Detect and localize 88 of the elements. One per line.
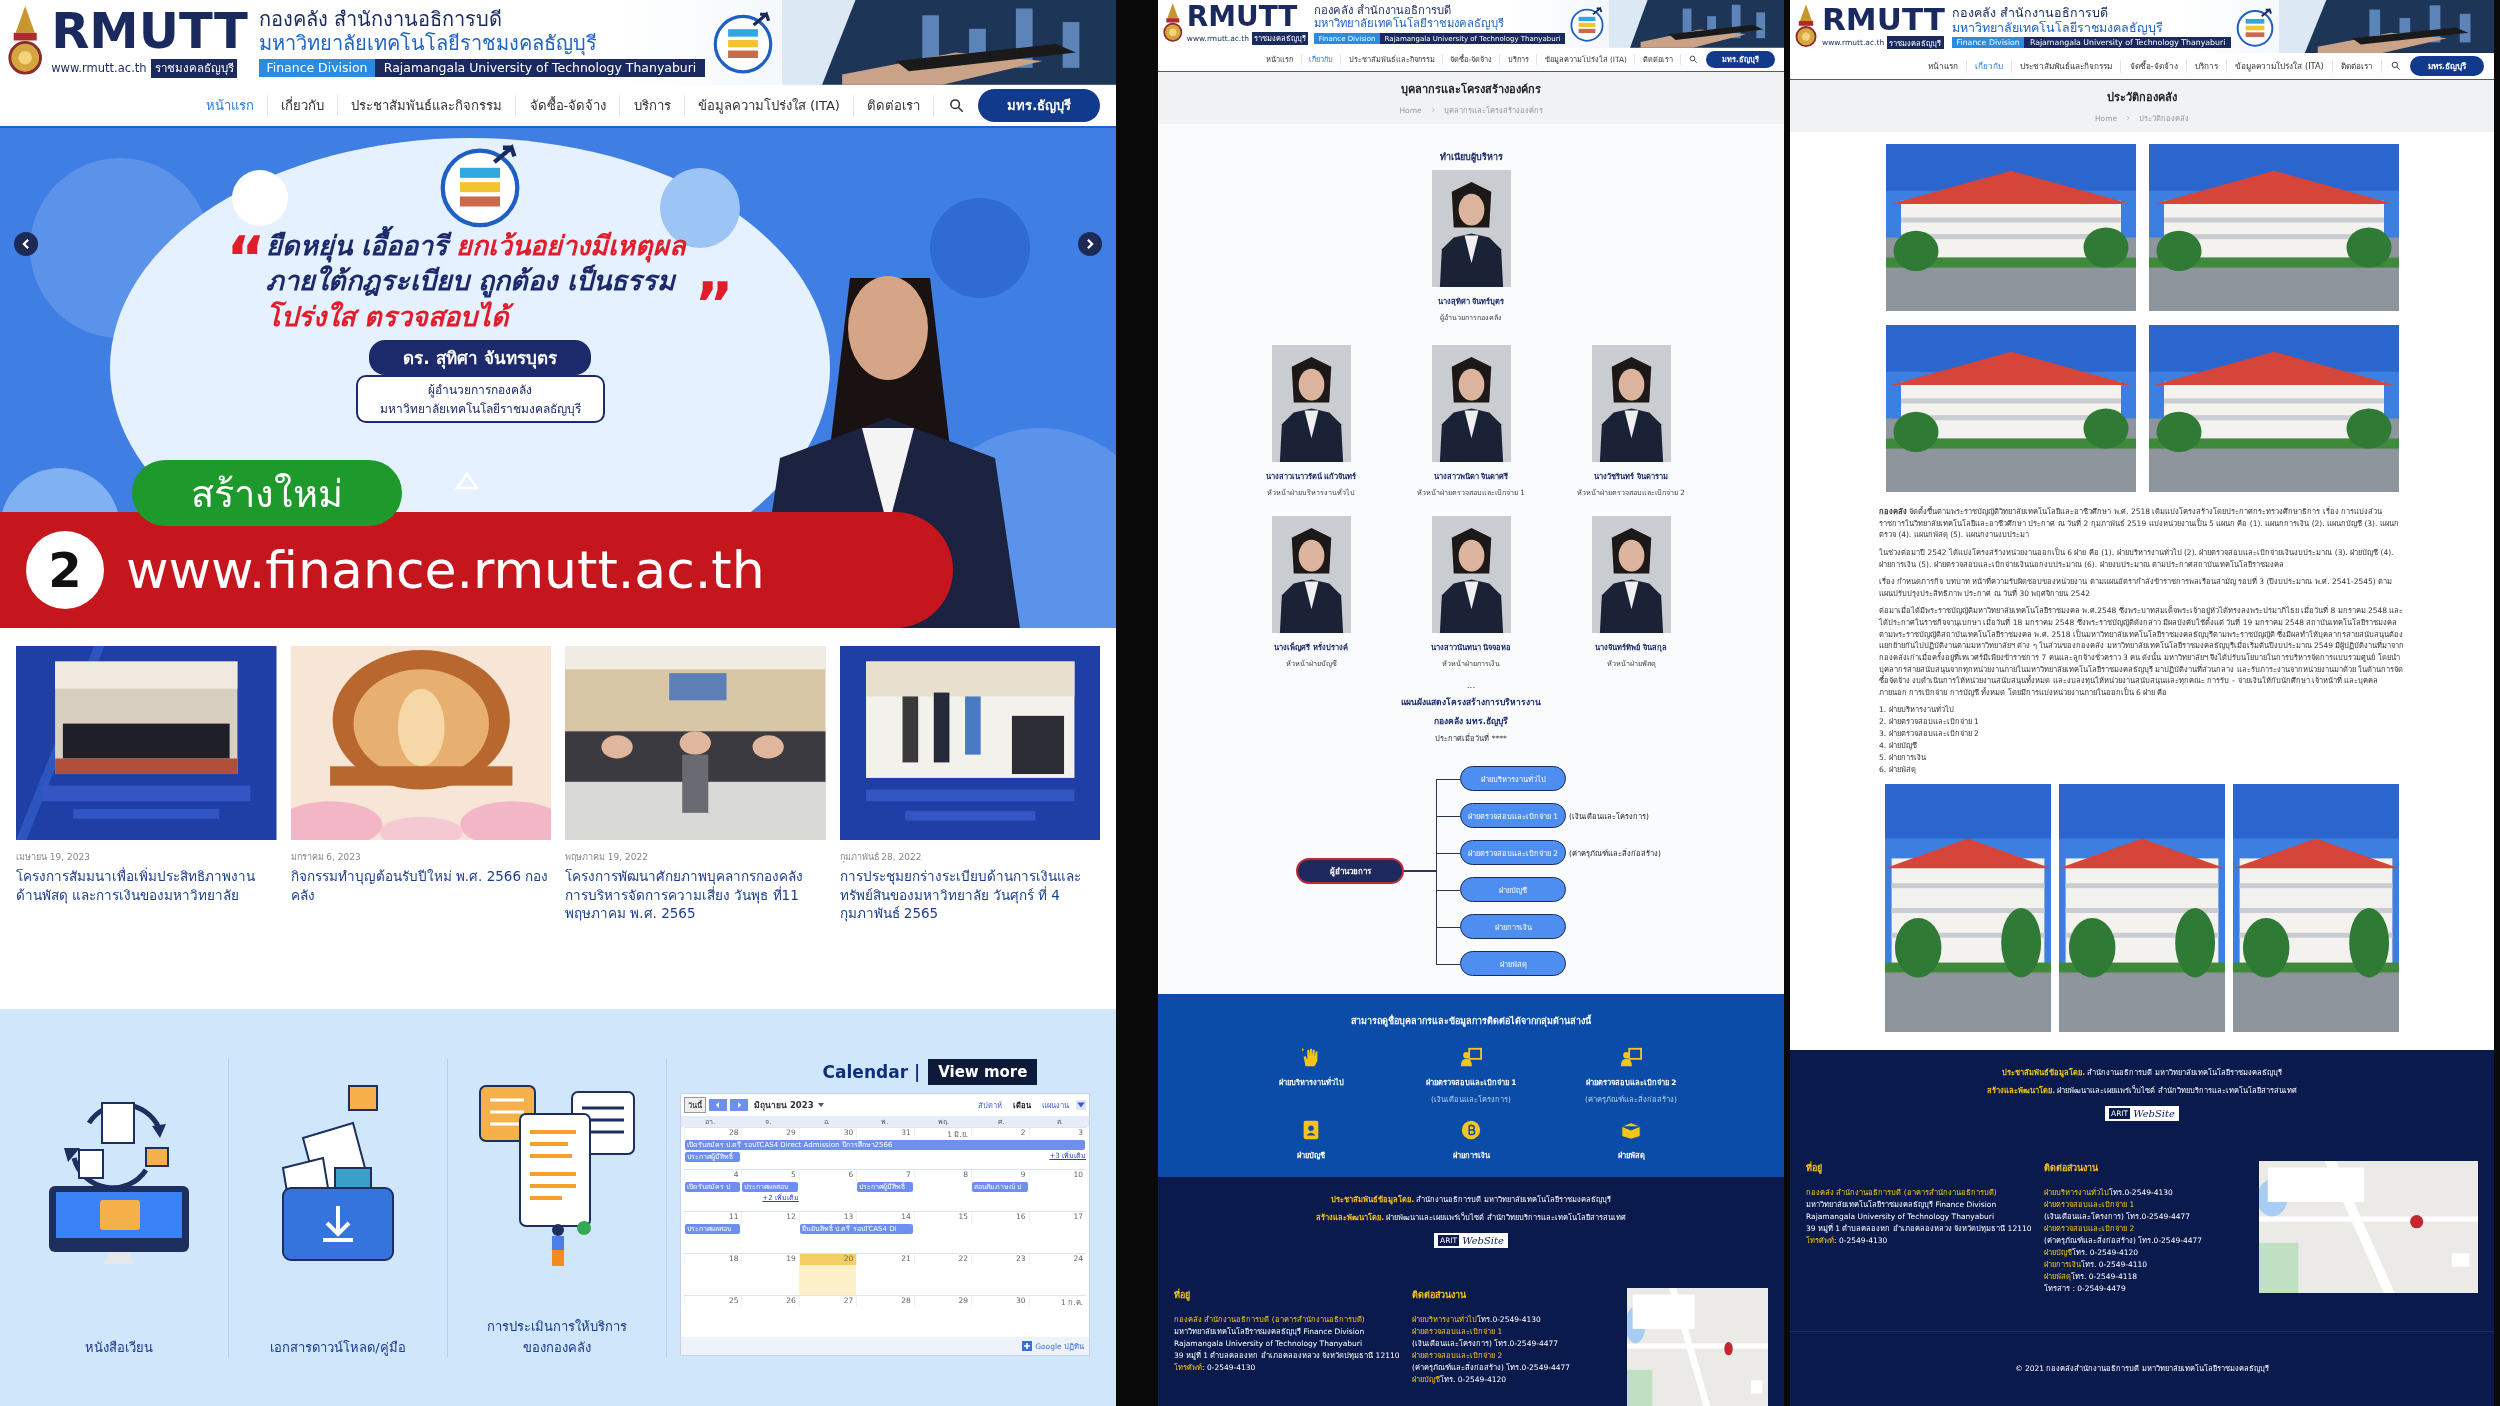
nav-link[interactable]: ติดต่อเรา [854, 95, 935, 117]
number-badge: 2 [26, 531, 104, 610]
chevron-right-icon [2125, 115, 2132, 121]
news-date: เมษายน 19, 2023 [16, 851, 91, 865]
org-node: ผู้อำนวยการ [1296, 858, 1404, 885]
arrow-left-icon [714, 1101, 722, 1109]
university-button[interactable]: มทร.ธัญบุรี [978, 89, 1100, 122]
role-text: มหาวิทยาลัยเทคโนโลยีราชมงคลธัญบุรี [379, 400, 581, 418]
finance-logo-icon [1569, 5, 1605, 42]
today-cell-background [798, 1265, 857, 1295]
quote-mark: ” [694, 273, 734, 334]
nav-link[interactable]: เกี่ยวกับ [268, 95, 339, 117]
news-title-link[interactable]: กิจกรรมทำบุญต้อนรับปีใหม่ พ.ศ. 2566 กองคลัง [290, 867, 551, 904]
service-label[interactable]: การประเมินการให้บริการของกองคลัง [472, 1315, 642, 1358]
nav-link[interactable]: ประชาสัมพันธ์และกิจกรรม [338, 95, 517, 117]
logo-word: WebSite [1462, 1235, 1504, 1247]
month-label: มิถุนายน 2023 [754, 1099, 814, 1112]
search-icon[interactable] [2391, 61, 2401, 71]
service-label[interactable]: หนังสือเวียน [34, 1336, 204, 1358]
news-title-link[interactable]: การประชุมยกร่างระเบียบด้านการเงินและทรัพย์สินของมหาวิทยาลัย วันศุกร์ ที่ 4 กุมภาพันธ์ 2565 [839, 867, 1100, 923]
website-url: www.rmutt.ac.th [51, 61, 147, 76]
university-title: มหาวิทยาลัยเทคโนโลยีราชมงคลธัญบุรี [258, 31, 598, 56]
chart-title: แผนผังแสดงโครงสร้างการบริหารงาน [1401, 696, 1541, 710]
nav-link[interactable]: ประชาสัมพันธ์และกิจกรรม [2012, 59, 2122, 73]
university-title: มหาวิทยาลัยเทคโนโลยีราชมงคลธัญบุรี [1951, 19, 2164, 35]
triangle-icon [455, 472, 479, 491]
nav-link[interactable]: จัดซื้อ-จัดจ้าง [516, 95, 621, 117]
arrow-right-icon [735, 1101, 743, 1109]
plus-icon[interactable] [1022, 1341, 1033, 1351]
footer-heading: ติดต่อส่วนงาน [1412, 1289, 1467, 1303]
dropdown-icon[interactable] [816, 1101, 825, 1109]
news-date: พฤษภาคม 19, 2022 [565, 851, 649, 865]
coin-icon[interactable] [1460, 1119, 1482, 1142]
news-date: มกราคม 6, 2023 [290, 851, 362, 865]
presenter-icon[interactable] [1460, 1046, 1482, 1069]
presenter-icon[interactable] [1620, 1046, 1642, 1069]
finance-logo-icon [2234, 6, 2275, 47]
dropdown-icon[interactable] [1076, 1100, 1086, 1110]
website-url: www.finance.rmutt.ac.th [126, 540, 765, 601]
chevron-right-icon [1429, 107, 1436, 114]
department-title: กองคลัง สำนักงานอธิการบดี [258, 7, 504, 32]
logo-wordmark[interactable]: RMUTT [1186, 2, 1309, 31]
nav-link[interactable]: ติดต่อเรา [2332, 59, 2383, 73]
chart-subtitle: กองคลัง มทร.ธัญบุรี [1433, 715, 1509, 729]
search-icon[interactable] [948, 98, 964, 114]
department-title: กองคลัง สำนักงานอธิการบดี [1951, 4, 2109, 20]
ellipsis-text: ... [1466, 681, 1476, 691]
service-label[interactable]: เอกสารดาวน์โหลด/คู่มือ [253, 1336, 423, 1358]
slogan-line: โปร่งใส ตรวจสอบได้ [265, 298, 695, 334]
slogan-line: ยืดหยุ่น เอื้ออารี ยกเว้นอย่างมีเหตุผล [265, 228, 695, 264]
new-badge: สร้างใหม่ [132, 460, 402, 527]
search-icon[interactable] [1689, 55, 1698, 64]
department-title: กองคลัง สำนักงานอธิการบดี [1314, 3, 1452, 17]
calendar-title: Calendar | [822, 1062, 921, 1082]
logo-tagline: ราชมงคลธัญบุรี [151, 58, 238, 78]
page-title: บุคลากรและโครงสร้างองค์กร [1401, 81, 1541, 99]
footer-heading: ที่อยู่ [1174, 1288, 1191, 1303]
university-title: มหาวิทยาลัยเทคโนโลยีราชมงคลธัญบุรี [1314, 17, 1506, 31]
nav-link[interactable]: ข้อมูลความโปร่งใส (ITA) [684, 95, 855, 117]
page-title: ประวัติกองคลัง [2107, 90, 2177, 106]
footer-heading: ติดต่อส่วนงาน [2044, 1162, 2099, 1176]
section-title: สามารถดูชื่อบุคลากรและข้อมูลการติดต่อได้จากกลุ่มด้านล่างนี้ [1351, 1014, 1591, 1029]
nav-link[interactable]: จัดซื้อ-จัดจ้าง [2121, 59, 2187, 73]
nav-link[interactable]: หน้าแรก [192, 95, 269, 117]
logo-wordmark[interactable]: RMUTT [1822, 3, 1945, 35]
news-date: กุมภาพันธ์ 28, 2022 [839, 851, 923, 865]
news-title-link[interactable]: โครงการพัฒนาศักยภาพบุคลากรกองคลัง การบริหารจัดการความเสี่ยง วันพุธ ที่11 พฤษภาคม พ.ศ. 2565 [565, 867, 826, 923]
view-more-button[interactable]: View more [928, 1059, 1038, 1085]
section-title: ทำเนียบผู้บริหาร [1439, 151, 1503, 165]
next-month-button[interactable] [730, 1099, 748, 1111]
logo-word: WebSite [2133, 1108, 2175, 1120]
nav-link[interactable]: เกี่ยวกับ [1966, 59, 2013, 73]
university-name: Rajamangala University of Technology Thanyaburi [382, 59, 698, 78]
previous-month-button[interactable] [709, 1099, 727, 1111]
nav-link[interactable]: บริการ [620, 95, 685, 117]
director-name: ดร. สุทิศา จันทรบุตร [369, 339, 591, 375]
box-icon[interactable] [1620, 1119, 1642, 1142]
quote-mark: “ [226, 228, 266, 289]
nav-link[interactable]: บริการ [2186, 59, 2228, 73]
university-button[interactable]: มทร.ธัญบุรี [2409, 55, 2484, 77]
slogan-line: ภายใต้กฎระเบียบ ถูกต้อง เป็นธรรม [265, 264, 677, 299]
logo-wordmark[interactable]: RMUTT [51, 6, 248, 57]
footer-heading: ที่อยู่ [1806, 1161, 1823, 1176]
news-title-link[interactable]: โครงการสัมมนาเพื่อเพิ่มประสิทธิภาพงานด้านพัสดุ และการเงินของมหาวิทยาลัย [16, 867, 277, 904]
role-text: ผู้อำนวยการกองคลัง [428, 381, 532, 399]
division-label: Finance Division [258, 58, 375, 78]
nav-link[interactable]: ข้อมูลความโปร่งใส (ITA) [2227, 59, 2333, 73]
nav-link[interactable]: หน้าแรก [1919, 59, 1967, 73]
